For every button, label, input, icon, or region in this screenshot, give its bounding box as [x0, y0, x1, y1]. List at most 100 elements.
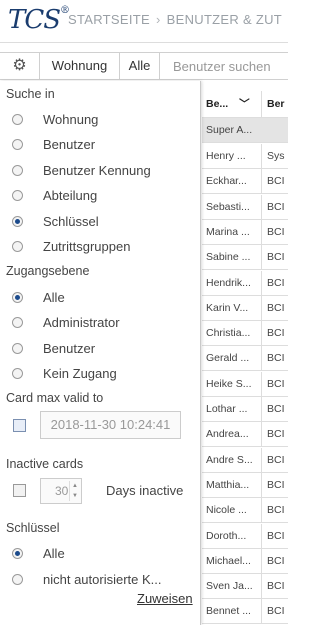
table-row[interactable]: Nicole ... BCI: [202, 498, 288, 524]
table-row[interactable]: Andre S... BCI: [202, 447, 288, 473]
radio-selected-icon[interactable]: [12, 292, 23, 303]
column-header-second[interactable]: Ber: [263, 91, 288, 117]
table-row[interactable]: Doroth... BCI: [202, 523, 288, 549]
radio-alle-zugang[interactable]: Alle: [12, 290, 65, 305]
cell-name: Gerald ...: [202, 346, 262, 371]
cell-second: BCI: [267, 428, 285, 441]
cell-name: Sabine ...: [202, 245, 262, 270]
cell-second: BCI: [267, 478, 285, 491]
table-group-row[interactable]: Super A...: [202, 118, 288, 143]
card-max-date-input[interactable]: 2018-11-30 10:24:41: [40, 411, 181, 439]
alle-filter-button[interactable]: Alle: [120, 53, 160, 79]
radio-benutzer-zugang[interactable]: Benutzer: [12, 341, 95, 356]
radio-kein-zugang[interactable]: Kein Zugang: [12, 366, 117, 381]
radio-selected-icon[interactable]: [12, 548, 23, 559]
apply-link[interactable]: Zuweisen: [137, 591, 193, 606]
cell-name: Karin V...: [202, 295, 262, 320]
table-row[interactable]: Hendrik... BCI: [202, 270, 288, 296]
cell-name: Nicole ...: [202, 498, 262, 523]
breadcrumb-benutzer[interactable]: BENUTZER & ZUT: [167, 12, 282, 27]
cell-second: BCI: [267, 200, 285, 213]
wohnung-filter-button[interactable]: Wohnung: [40, 53, 120, 79]
radio-benutzer-kennung[interactable]: Benutzer Kennung: [12, 163, 151, 178]
table-row[interactable]: Lothar ... BCI: [202, 397, 288, 422]
table-row[interactable]: Marina ... BCI: [202, 219, 288, 245]
radio-abteilung[interactable]: Abteilung: [12, 188, 97, 203]
radio-label: Benutzer: [43, 341, 96, 356]
radio-zutrittsgruppen[interactable]: Zutrittsgruppen: [12, 239, 130, 254]
radio-benutzer[interactable]: Benutzer: [12, 137, 95, 152]
cell-name: Bennet ...: [202, 599, 262, 624]
chevron-right-icon: ›: [155, 12, 161, 27]
table-row[interactable]: Sven Ja... BCI: [202, 574, 288, 600]
cell-second: BCI: [267, 251, 285, 264]
table-row[interactable]: Sebasti... BCI: [202, 194, 288, 220]
group-label: Super A...: [206, 124, 253, 136]
table-row[interactable]: Andrea... BCI: [202, 422, 288, 448]
cell-name: Marina ...: [202, 219, 262, 244]
cell-second: BCI: [267, 403, 285, 415]
radio-alle-schluessel[interactable]: Alle: [12, 546, 65, 561]
cell-name: Michael...: [202, 548, 262, 573]
table-row[interactable]: Gerald ... BCI: [202, 346, 288, 372]
cell-second: BCI: [267, 504, 285, 517]
section-title-schluessel: Schlüssel: [6, 521, 60, 535]
radio-selected-icon[interactable]: [12, 216, 23, 227]
header-bar: TCS® STARTSEITE › BENUTZER & ZUT: [0, 0, 288, 43]
radio-icon[interactable]: [12, 368, 23, 379]
table-row[interactable]: Michael... BCI: [202, 548, 288, 574]
radio-icon[interactable]: [12, 114, 23, 125]
search-input[interactable]: [161, 53, 288, 79]
cell-name: Heike S...: [202, 371, 262, 396]
table-row[interactable]: Heike S... BCI: [202, 371, 288, 397]
radio-icon[interactable]: [12, 317, 23, 328]
table-row[interactable]: Matthia... BCI: [202, 472, 288, 498]
radio-label: Benutzer Kennung: [43, 163, 151, 178]
spinner-arrows-icon[interactable]: ▲ ▼: [69, 481, 80, 501]
table-row[interactable]: Sabine ... BCI: [202, 245, 288, 271]
column-header-name[interactable]: Be... ﹀: [202, 91, 262, 117]
table-row[interactable]: Karin V... BCI: [202, 295, 288, 321]
radio-label: Wohnung: [43, 112, 99, 127]
table-row[interactable]: Bennet ... BCI: [202, 599, 288, 625]
radio-schluessel[interactable]: Schlüssel: [12, 214, 99, 229]
radio-icon[interactable]: [12, 190, 23, 201]
radio-icon[interactable]: [12, 165, 23, 176]
radio-icon[interactable]: [12, 343, 23, 354]
cell-second: BCI: [267, 377, 285, 390]
cell-second: BCI: [267, 554, 285, 567]
breadcrumb-startseite[interactable]: STARTSEITE: [68, 12, 150, 27]
chevron-down-icon[interactable]: ﹀: [239, 98, 250, 110]
section-title-card-max: Card max valid to: [6, 391, 104, 405]
table-row[interactable]: Henry ... Sys: [202, 144, 288, 169]
cell-second: BCI: [267, 276, 285, 289]
stepper-value: 30: [55, 484, 69, 498]
cell-name: Lothar ...: [202, 397, 262, 421]
cell-name: Sebasti...: [202, 194, 262, 219]
radio-label: Schlüssel: [43, 214, 99, 229]
section-title-suche-in: Suche in: [6, 87, 55, 101]
settings-button[interactable]: ⚙: [0, 53, 40, 79]
radio-nicht-autorisiert[interactable]: nicht autorisierte K...: [12, 572, 162, 587]
cell-second: BCI: [267, 327, 285, 340]
table-row[interactable]: Eckhar... BCI: [202, 169, 288, 195]
cell-name: Andre S...: [202, 447, 262, 472]
inactive-days-stepper[interactable]: 30 ▲ ▼: [40, 478, 82, 504]
inactive-checkbox[interactable]: [13, 484, 26, 497]
radio-label: Alle: [43, 546, 65, 561]
cell-name: Hendrik...: [202, 270, 262, 295]
radio-icon[interactable]: [12, 139, 23, 150]
tcs-logo[interactable]: TCS®: [8, 5, 70, 35]
radio-wohnung[interactable]: Wohnung: [12, 112, 98, 127]
radio-label: Kein Zugang: [43, 366, 117, 381]
radio-icon[interactable]: [12, 574, 23, 585]
radio-icon[interactable]: [12, 241, 23, 252]
days-inactive-label: Days inactive: [106, 483, 184, 498]
filter-panel: Suche in Wohnung Benutzer Benutzer Kennu…: [0, 81, 201, 625]
cell-second: BCI: [267, 175, 285, 188]
card-max-checkbox[interactable]: [13, 419, 26, 432]
cell-name: Sven Ja...: [202, 574, 262, 599]
radio-administrator[interactable]: Administrator: [12, 315, 120, 330]
table-row[interactable]: Christia... BCI: [202, 321, 288, 347]
cell-second: BCI: [267, 529, 285, 542]
